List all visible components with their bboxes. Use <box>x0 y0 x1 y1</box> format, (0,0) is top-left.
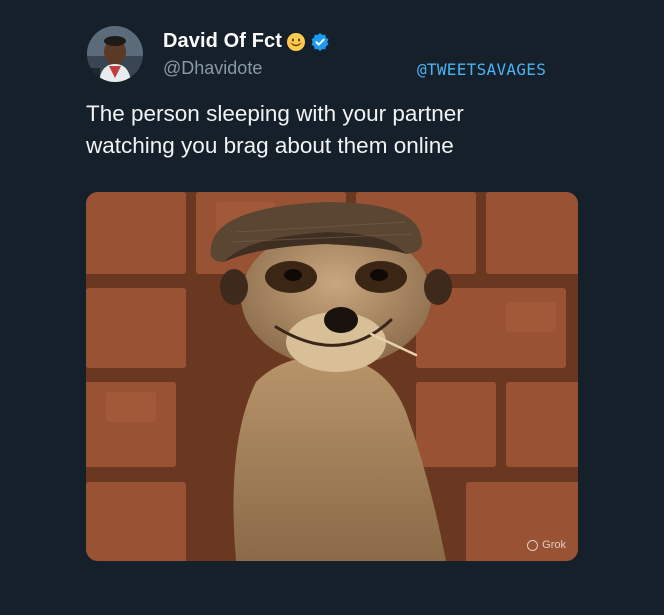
meerkat-photo-icon <box>86 192 578 561</box>
display-name-row: David Of Fct <box>163 30 330 53</box>
grok-badge-label: Grok <box>542 539 566 551</box>
display-name[interactable]: David Of Fct <box>163 30 282 53</box>
tweet-text: The person sleeping with your partner wa… <box>86 101 464 158</box>
tweet-media-image[interactable]: Grok <box>86 192 578 561</box>
avatar-photo-icon <box>87 26 143 82</box>
smiling-face-emoji-icon <box>286 32 306 52</box>
watermark-label: @TWEETSAVAGES <box>417 60 547 79</box>
tweet-card: David Of Fct @Dhavidote @TWEETSAVAGES Th… <box>0 0 664 615</box>
grok-badge: Grok <box>527 539 566 551</box>
verified-badge-icon <box>310 32 330 52</box>
grok-icon <box>527 539 539 551</box>
user-handle[interactable]: @Dhavidote <box>163 58 262 79</box>
avatar[interactable] <box>87 26 143 82</box>
